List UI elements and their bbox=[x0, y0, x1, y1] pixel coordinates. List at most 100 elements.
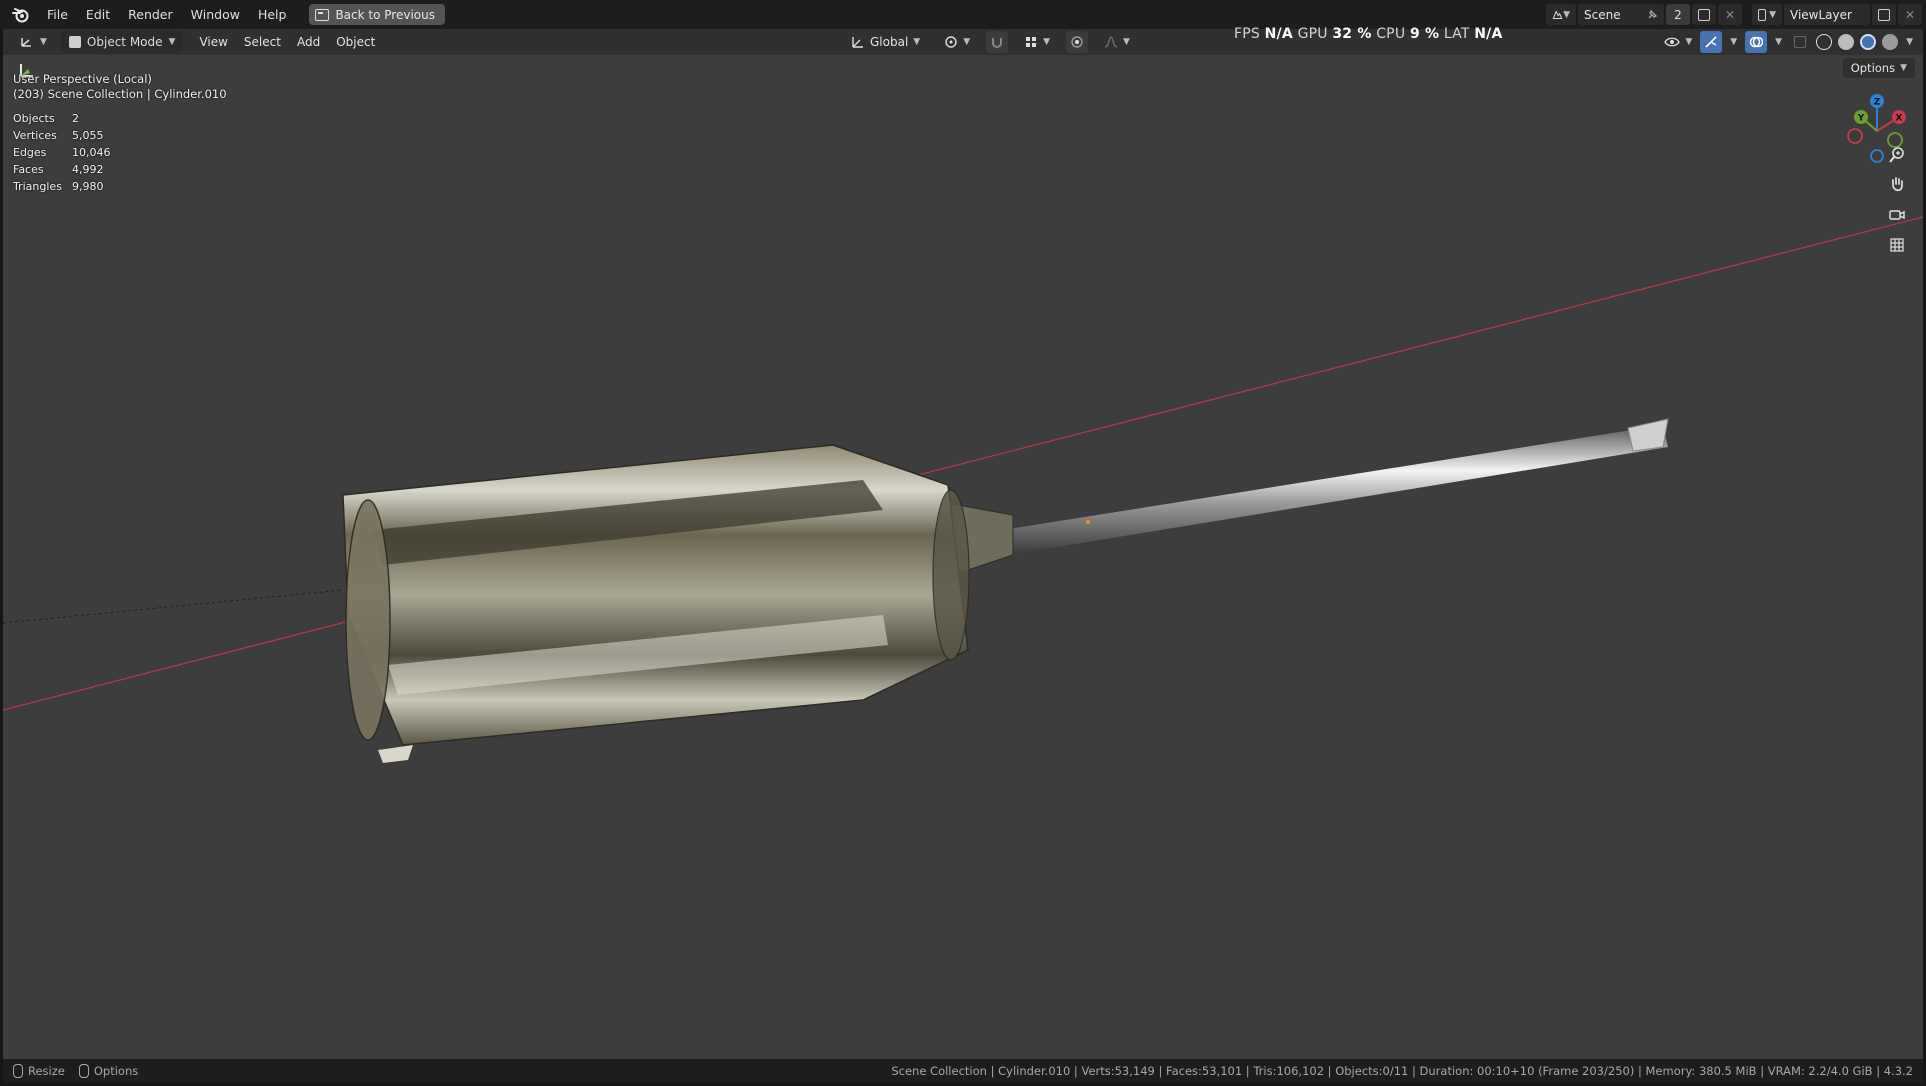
global-orientation-icon bbox=[852, 37, 863, 48]
view-layer-name: ViewLayer bbox=[1790, 7, 1852, 22]
y-axis-label: Y bbox=[1857, 114, 1865, 124]
hub-body bbox=[342, 444, 969, 746]
overlay-toggle[interactable] bbox=[1745, 31, 1768, 53]
scene-browse-button[interactable]: ▼ bbox=[1546, 4, 1576, 25]
proportional-icon bbox=[1071, 36, 1083, 48]
gpu-label: GPU bbox=[1297, 26, 1328, 42]
view-layer-name-field[interactable]: ViewLayer bbox=[1784, 4, 1870, 25]
view-layer-browse-button[interactable]: ▼ bbox=[1752, 4, 1782, 25]
zoom-button[interactable] bbox=[1883, 141, 1911, 169]
menu-object[interactable]: Object bbox=[328, 31, 383, 53]
overlay-dropdown[interactable]: ▼ bbox=[1773, 31, 1784, 53]
new-scene-button[interactable] bbox=[1692, 4, 1716, 25]
origin-point bbox=[1086, 520, 1090, 524]
delete-view-layer-button[interactable]: ✕ bbox=[1898, 4, 1922, 25]
viewport-options-dropdown[interactable]: Options ▼ bbox=[1842, 58, 1915, 78]
stat-row-vertices: Vertices 5,055 bbox=[13, 127, 111, 144]
viewport-header: ▼ Object Mode ▼ View Select Add Object G… bbox=[3, 29, 1923, 55]
new-view-layer-button[interactable] bbox=[1872, 4, 1896, 25]
scene-statistics: Objects 2 Vertices 5,055 Edges 10,046 Faces… bbox=[13, 110, 111, 195]
status-bar: Resize Options Scene Collection | Cylind… bbox=[3, 1059, 1923, 1083]
rendered-shading-icon[interactable] bbox=[1882, 34, 1899, 50]
visibility-dropdown[interactable]: ▼ bbox=[1662, 31, 1694, 53]
stat-label: Triangles bbox=[13, 180, 62, 193]
snap-icon bbox=[992, 38, 1003, 48]
scene-icon bbox=[1552, 9, 1563, 19]
stat-row-triangles: Triangles 9,980 bbox=[13, 178, 111, 195]
falloff-curve-icon bbox=[1104, 36, 1118, 48]
wireframe-shading-icon[interactable] bbox=[1816, 34, 1833, 50]
y-axis-line bbox=[3, 589, 344, 624]
menu-select[interactable]: Select bbox=[236, 31, 289, 53]
editor-type-button[interactable]: ▼ bbox=[11, 31, 55, 53]
neg-x-axis-handle[interactable] bbox=[1847, 128, 1863, 144]
back-icon bbox=[315, 8, 330, 21]
status-resize-hint: Resize bbox=[13, 1064, 65, 1078]
overlay-icon bbox=[1749, 36, 1764, 48]
scene-render bbox=[3, 216, 1923, 763]
scene-name-field[interactable]: Scene bbox=[1578, 4, 1664, 25]
proportional-falloff-dropdown[interactable]: ▼ bbox=[1096, 31, 1138, 53]
stat-value: 10,046 bbox=[72, 146, 111, 159]
object-mode-icon bbox=[68, 36, 81, 48]
status-options-hint: Options bbox=[78, 1064, 139, 1078]
menu-help[interactable]: Help bbox=[249, 0, 296, 29]
proportional-editing-toggle[interactable] bbox=[1066, 31, 1089, 53]
stat-label: Vertices bbox=[13, 129, 57, 142]
ortho-grid-icon bbox=[1890, 238, 1904, 252]
pan-hand-icon bbox=[1892, 177, 1903, 192]
needle-shaft bbox=[1003, 425, 1668, 555]
duplicate-icon bbox=[1878, 8, 1890, 21]
menu-add[interactable]: Add bbox=[289, 31, 328, 53]
snap-toggle[interactable] bbox=[986, 31, 1009, 53]
stat-value: 2 bbox=[72, 112, 79, 125]
mouse-icon bbox=[78, 1064, 89, 1078]
shading-dropdown[interactable]: ▼ bbox=[1904, 31, 1915, 53]
gizmo-dropdown[interactable]: ▼ bbox=[1728, 31, 1739, 53]
camera-icon bbox=[1889, 210, 1905, 220]
stat-label: Edges bbox=[13, 146, 47, 159]
stat-row-objects: Objects 2 bbox=[13, 110, 111, 127]
fps-label: FPS bbox=[1234, 26, 1260, 42]
3d-viewport[interactable]: User Perspective (Local) (203) Scene Col… bbox=[3, 55, 1923, 1059]
menu-view[interactable]: View bbox=[191, 31, 235, 53]
pivot-point-dropdown[interactable]: ▼ bbox=[936, 31, 978, 53]
hub-lip bbox=[378, 745, 413, 763]
cpu-label: CPU bbox=[1376, 26, 1406, 42]
material-shading-icon[interactable] bbox=[1860, 34, 1877, 50]
scene-name: Scene bbox=[1584, 7, 1621, 22]
stat-row-edges: Edges 10,046 bbox=[13, 144, 111, 161]
gpu-value: 32 % bbox=[1332, 26, 1372, 42]
camera-view-button[interactable] bbox=[1883, 201, 1911, 229]
solid-shading-icon[interactable] bbox=[1838, 34, 1855, 50]
neg-z-axis-handle[interactable] bbox=[1870, 149, 1884, 163]
stat-label: Faces bbox=[13, 163, 44, 176]
resize-label: Resize bbox=[28, 1064, 65, 1078]
blender-logo-icon[interactable] bbox=[10, 4, 32, 26]
menu-edit[interactable]: Edit bbox=[77, 0, 119, 29]
menu-window[interactable]: Window bbox=[182, 0, 249, 29]
snap-element-dropdown[interactable]: ▼ bbox=[1016, 31, 1058, 53]
delete-scene-button[interactable]: ✕ bbox=[1718, 4, 1742, 25]
viewport-options-label: Options bbox=[1850, 61, 1896, 75]
object-mode-dropdown[interactable]: Object Mode ▼ bbox=[60, 31, 184, 53]
hub-front-face bbox=[932, 489, 970, 661]
menu-file[interactable]: File bbox=[38, 0, 77, 29]
pan-button[interactable] bbox=[1883, 171, 1911, 199]
transform-orientation-dropdown[interactable]: Global ▼ bbox=[843, 31, 928, 53]
xray-toggle[interactable] bbox=[1790, 31, 1810, 53]
visibility-icon bbox=[1664, 37, 1681, 47]
pin-icon[interactable] bbox=[1646, 9, 1658, 21]
fps-value: N/A bbox=[1264, 26, 1293, 42]
back-to-previous-button[interactable]: Back to Previous bbox=[309, 4, 445, 25]
snap-grid-icon bbox=[1026, 37, 1037, 47]
options-label: Options bbox=[93, 1064, 139, 1078]
view-layer-icon bbox=[1758, 8, 1767, 21]
duplicate-icon bbox=[1698, 8, 1710, 21]
performance-overlay: FPS N/A GPU 32 % CPU 9 % LAT N/A bbox=[1234, 26, 1503, 42]
gizmo-toggle[interactable] bbox=[1700, 31, 1723, 53]
back-to-previous-label: Back to Previous bbox=[335, 7, 435, 22]
menu-render[interactable]: Render bbox=[119, 0, 182, 29]
ortho-toggle-button[interactable] bbox=[1883, 231, 1911, 259]
transform-orientation-label: Global bbox=[870, 35, 909, 49]
